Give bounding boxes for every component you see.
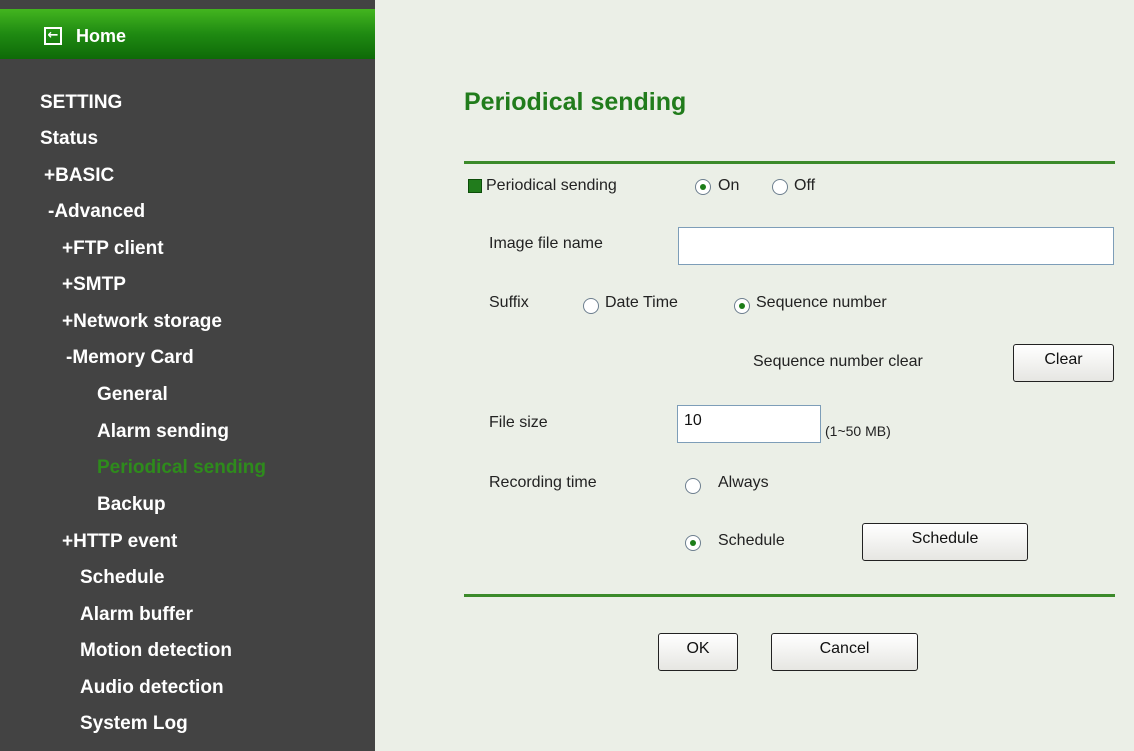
file-size-label: File size [489, 414, 548, 431]
nav-general[interactable]: General [97, 384, 168, 406]
periodical-off-radio[interactable] [772, 179, 788, 195]
periodical-on-radio[interactable] [695, 179, 711, 195]
page-title: Periodical sending [464, 88, 687, 116]
nav-advanced[interactable]: -Advanced [48, 201, 145, 223]
suffix-sequence-number-radio[interactable] [734, 298, 750, 314]
back-arrow-icon[interactable]: ← [44, 27, 62, 45]
periodical-sending-label: Periodical sending [486, 177, 617, 194]
nav-basic[interactable]: +BASIC [44, 165, 114, 187]
recording-time-label: Recording time [489, 474, 597, 491]
nav-audio-detection[interactable]: Audio detection [80, 677, 224, 699]
schedule-button[interactable]: Schedule [862, 523, 1028, 561]
home-bar[interactable]: ← Home [0, 9, 375, 59]
nav-backup[interactable]: Backup [97, 494, 166, 516]
recording-always-label[interactable]: Always [718, 474, 769, 492]
nav-network-storage[interactable]: +Network storage [62, 311, 222, 333]
periodical-off-label[interactable]: Off [794, 177, 815, 195]
nav-status[interactable]: Status [40, 128, 98, 150]
recording-schedule-radio[interactable] [685, 535, 701, 551]
nav-setting-heading: SETTING [40, 92, 123, 113]
nav-smtp[interactable]: +SMTP [62, 274, 126, 296]
suffix-label: Suffix [489, 294, 529, 311]
title-divider [464, 161, 1115, 164]
nav-http-event[interactable]: +HTTP event [62, 531, 177, 553]
nav-ftp-client[interactable]: +FTP client [62, 238, 164, 260]
nav-schedule[interactable]: Schedule [80, 567, 164, 589]
file-size-input[interactable]: 10 [677, 405, 821, 443]
bottom-divider [464, 594, 1115, 597]
sequence-number-clear-label: Sequence number clear [753, 353, 923, 370]
periodical-on-label[interactable]: On [718, 177, 739, 195]
main-panel: Periodical sending Periodical sending On… [375, 0, 1134, 751]
home-link[interactable]: Home [76, 26, 126, 47]
nav-motion-detection[interactable]: Motion detection [80, 640, 232, 662]
sidebar: ← Home SETTING Status +BASIC -Advanced +… [0, 0, 375, 751]
clear-button[interactable]: Clear [1013, 344, 1114, 382]
nav-memory-card[interactable]: -Memory Card [66, 347, 194, 369]
recording-schedule-label[interactable]: Schedule [718, 532, 785, 550]
nav-periodical-sending[interactable]: Periodical sending [97, 457, 266, 479]
cancel-button[interactable]: Cancel [771, 633, 918, 671]
ok-button[interactable]: OK [658, 633, 738, 671]
image-file-name-input[interactable] [678, 227, 1114, 265]
section-bullet-icon [468, 179, 482, 193]
suffix-date-time-radio[interactable] [583, 298, 599, 314]
suffix-date-time-label[interactable]: Date Time [605, 294, 678, 312]
nav-alarm-buffer[interactable]: Alarm buffer [80, 604, 193, 626]
image-file-name-label: Image file name [489, 235, 603, 252]
suffix-sequence-number-label[interactable]: Sequence number [756, 294, 887, 312]
recording-always-radio[interactable] [685, 478, 701, 494]
file-size-range-hint: (1~50 MB) [825, 423, 891, 439]
nav-alarm-sending[interactable]: Alarm sending [97, 421, 229, 443]
nav-system-log[interactable]: System Log [80, 713, 188, 735]
